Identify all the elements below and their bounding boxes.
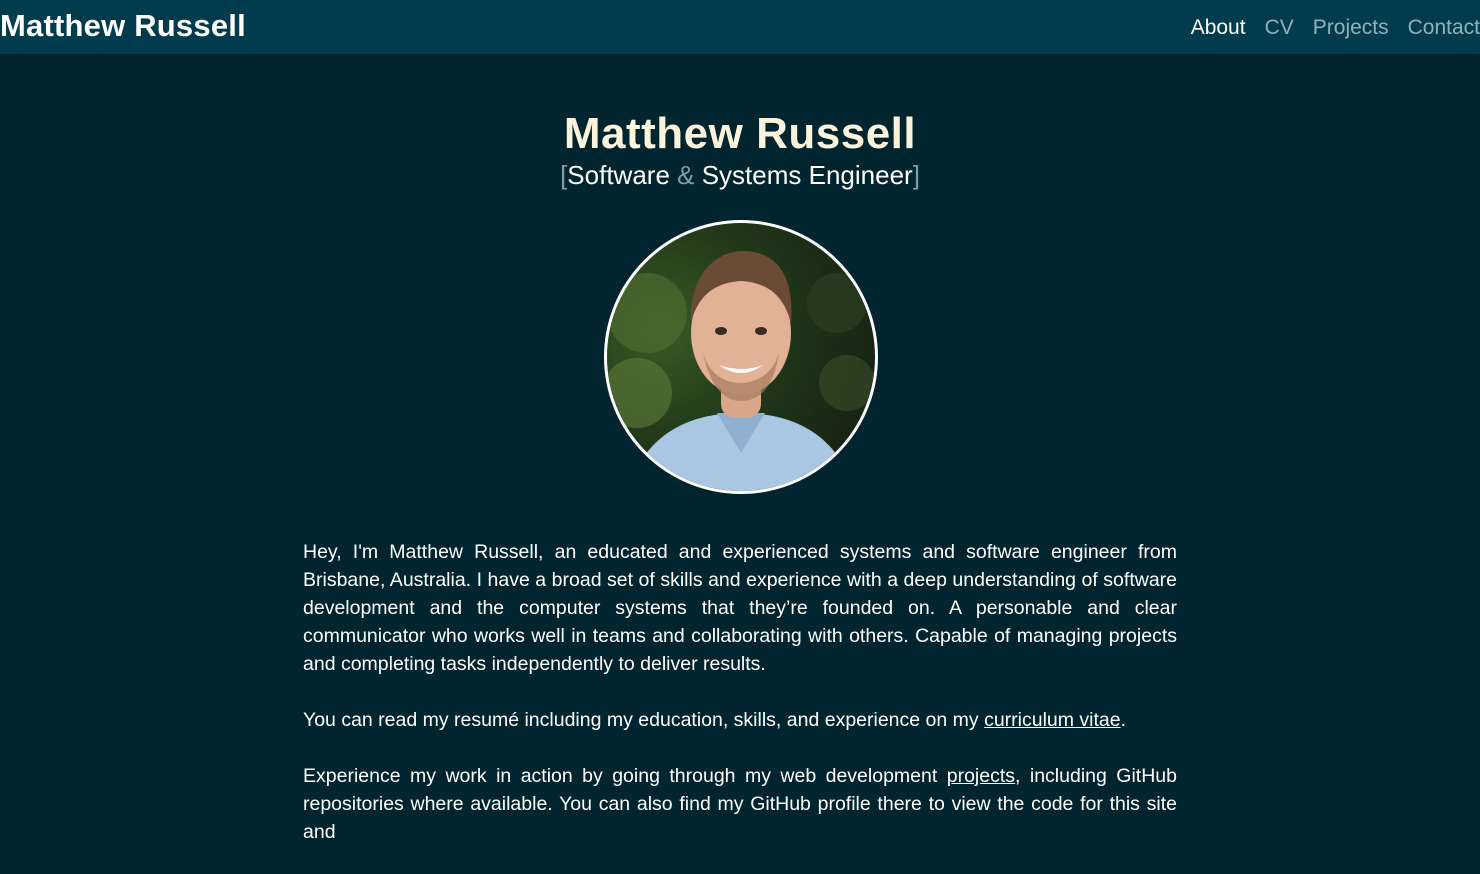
hero-subtitle: [Software & Systems Engineer]: [0, 160, 1480, 190]
brand-link[interactable]: Matthew Russell: [0, 8, 246, 44]
profile-portrait-icon: [607, 251, 875, 491]
projects-paragraph: Experience my work in action by going th…: [303, 762, 1177, 846]
projects-link[interactable]: projects: [947, 765, 1015, 787]
curriculum-vitae-link[interactable]: curriculum vitae: [984, 709, 1121, 731]
subtitle-systems-engineer: Systems Engineer: [701, 160, 913, 190]
nav-links: About CV Projects Contact: [1172, 14, 1480, 42]
hero-header: Matthew Russell [Software & Systems Engi…: [0, 106, 1480, 190]
cv-period: .: [1120, 709, 1127, 731]
nav-link-cv[interactable]: CV: [1265, 14, 1294, 42]
about-content: Hey, I'm Matthew Russell, an educated an…: [303, 538, 1177, 874]
profile-photo: [604, 220, 878, 494]
nav-link-contact[interactable]: Contact: [1408, 14, 1480, 42]
cv-paragraph: You can read my resumé including my educ…: [303, 706, 1177, 734]
hero-name: Matthew Russell: [563, 109, 917, 158]
intro-paragraph: Hey, I'm Matthew Russell, an educated an…: [303, 541, 1177, 675]
nav-link-projects[interactable]: Projects: [1313, 14, 1389, 42]
top-navbar: Matthew Russell About CV Projects Contac…: [0, 0, 1480, 54]
nav-link-about[interactable]: About: [1191, 14, 1246, 42]
subtitle-bracket-close: ]: [912, 160, 920, 190]
subtitle-ampersand: &: [677, 160, 695, 190]
projects-text: Experience my work in action by going th…: [303, 765, 947, 787]
subtitle-software: Software: [567, 160, 670, 190]
cv-text: You can read my resumé including my educ…: [303, 709, 985, 731]
